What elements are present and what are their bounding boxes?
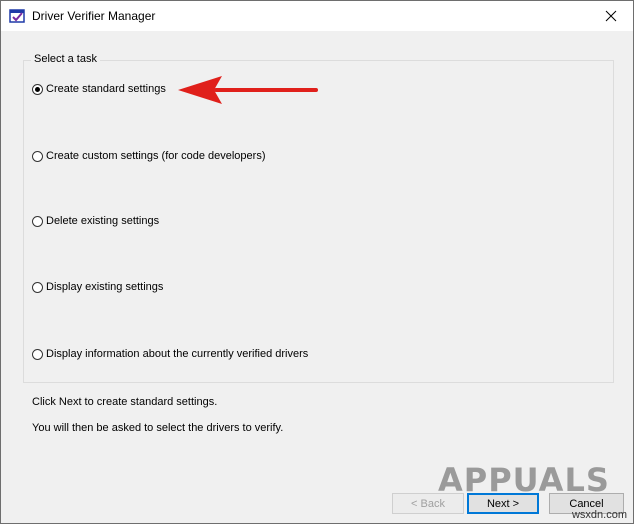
window-title: Driver Verifier Manager [32, 9, 156, 23]
group-legend: Select a task [31, 53, 100, 65]
option-create-standard[interactable]: Create standard settings [32, 81, 166, 97]
info-line-1: Click Next to create standard settings. [32, 396, 218, 408]
site-watermark: wsxdn.com [571, 509, 627, 521]
close-icon [605, 10, 617, 22]
radio-button[interactable] [32, 215, 43, 227]
title-bar[interactable]: Driver Verifier Manager [1, 1, 633, 31]
red-arrow-annotation [178, 76, 318, 104]
driver-verifier-icon [9, 9, 25, 23]
dialog-window: Driver Verifier Manager Select a task Cr… [0, 0, 634, 524]
close-button[interactable] [589, 1, 633, 31]
back-button[interactable]: < Back [392, 493, 464, 514]
next-button[interactable]: Next > [467, 493, 539, 514]
option-label: Display information about the currently … [46, 348, 309, 360]
radio-button[interactable] [32, 348, 43, 360]
option-label: Create custom settings (for code develop… [46, 150, 266, 162]
radio-button[interactable] [32, 83, 43, 95]
radio-button[interactable] [32, 150, 43, 162]
option-label: Delete existing settings [46, 215, 160, 227]
option-display-existing[interactable]: Display existing settings [32, 279, 163, 295]
option-create-custom[interactable]: Create custom settings (for code develop… [32, 148, 266, 164]
option-display-info[interactable]: Display information about the currently … [32, 346, 308, 362]
info-line-2: You will then be asked to select the dri… [32, 422, 284, 434]
option-delete-existing[interactable]: Delete existing settings [32, 213, 159, 229]
radio-button[interactable] [32, 281, 43, 293]
option-label: Create standard settings [46, 83, 166, 95]
option-label: Display existing settings [46, 281, 164, 293]
